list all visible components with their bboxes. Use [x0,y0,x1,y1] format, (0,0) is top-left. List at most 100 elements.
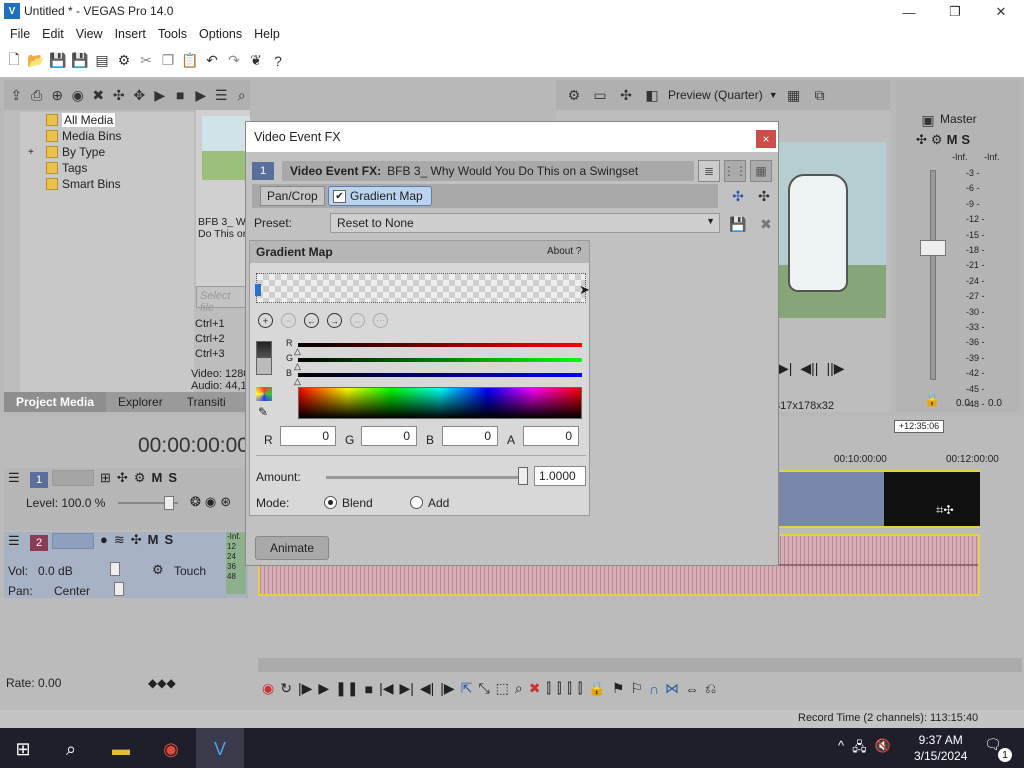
external-monitor-icon[interactable]: ▭ [590,85,610,105]
open-folder-icon[interactable]: 📂 [26,51,46,71]
expand-icon[interactable]: + [28,147,34,158]
play-icon[interactable]: ▶ [152,85,169,105]
color-swatch[interactable] [256,341,272,375]
get-media-icon[interactable]: ⊕ [49,85,66,105]
close-window-button[interactable]: ✕ [978,0,1024,24]
stop-icon[interactable]: ■ [172,85,189,105]
solo-button[interactable]: S [165,532,174,548]
master-mute-box-icon[interactable]: ▣ [918,110,938,130]
undo-icon[interactable]: ↶ [202,51,222,71]
r-value-field[interactable]: 0 [280,426,336,446]
arm-record-icon[interactable]: ● [100,532,108,548]
master-fx-icon[interactable]: ✣ [916,132,927,148]
marker-icon[interactable]: ⚑ [612,680,625,697]
compositing-mode-icon[interactable]: ⊞ [100,470,111,486]
network-icon[interactable]: 🖧 [852,738,867,760]
preset-dropdown[interactable]: Reset to None ▼ [330,213,720,233]
collapse-track-icon[interactable]: ☰ [8,533,20,549]
selection-tool-icon[interactable]: ⬚ [496,680,509,697]
delete-preset-icon[interactable]: ✖ [756,214,776,234]
import-media-icon[interactable]: ⇪ [8,85,25,105]
pan-slider-knob[interactable] [114,582,124,596]
help-icon[interactable]: ? [268,51,288,71]
media-item[interactable]: BFB 3_ W Do This or [196,110,250,290]
remove-stop-icon[interactable]: − [281,313,296,328]
animate-button[interactable]: Animate [255,536,329,560]
menu-tools[interactable]: Tools [152,27,193,41]
next-frame-icon[interactable]: |▶ [440,680,454,697]
ripple-edit-icon[interactable]: ⇔ [685,681,699,697]
tree-item-by-type[interactable]: + By Type [28,144,105,160]
automation-mode[interactable]: Touch [174,564,206,578]
auto-crossfade-icon[interactable]: ⋈ [665,680,679,697]
menu-view[interactable]: View [70,27,109,41]
b-value-field[interactable]: 0 [442,426,498,446]
mute-button[interactable]: M [151,470,162,486]
tree-item-all-media[interactable]: All Media [46,112,116,128]
search-icon[interactable]: ⌕ [54,732,88,766]
color-spectrum[interactable] [298,387,582,419]
video-event[interactable]: ⌗✣ [776,470,980,528]
menu-options[interactable]: Options [193,27,248,41]
plugin-gradient-map[interactable]: ✔ Gradient Map [328,186,432,206]
preview-settings-gear-icon[interactable]: ⚙ [564,85,584,105]
vegas-taskbar-item[interactable]: V [196,728,244,768]
lock-envelopes-icon[interactable]: ⎌ [705,680,716,697]
capture-icon[interactable]: ⎙ [29,85,46,105]
play-from-start-icon[interactable]: |▶ [298,680,312,697]
trim-icon[interactable]: ⫿ [546,680,550,697]
media-fx-icon[interactable]: ✣ [111,85,128,105]
search-icon[interactable]: ⌕ [234,85,251,105]
go-to-start-icon[interactable]: |◀ [379,680,393,697]
plugin-enabled-checkbox[interactable]: ✔ [333,189,346,203]
amount-field[interactable]: 1.0000 [534,466,586,486]
remove-media-icon[interactable]: ✖ [90,85,107,105]
time-ruler[interactable]: 00:10:00:00 00:12:00:00 [776,450,1002,468]
web-icon[interactable]: ◉ [70,85,87,105]
tab-explorer[interactable]: Explorer [106,395,175,409]
previous-frame-icon[interactable]: ◀| [420,680,434,697]
audio-track-header[interactable]: ☰ 2 ● ≋ ✣ M S Vol: 0.0 dB ⚙ Touch Pan: C… [4,532,248,598]
paste-icon[interactable]: 📋 [180,51,200,71]
eyedropper-icon[interactable]: ✎ [258,405,272,419]
effects-icon[interactable]: ❂ [190,494,201,510]
dialog-title-bar[interactable]: Video Event FX × [246,122,778,152]
grid-view-icon[interactable]: ▦ [750,160,772,182]
delete-icon[interactable]: ✖ [529,680,541,697]
track-fx-icon[interactable]: ✣ [131,532,142,548]
split-screen-icon[interactable]: ◧ [642,85,662,105]
about-link[interactable]: About ? [547,246,581,257]
envelope-tool-icon[interactable]: ⤡ [478,680,489,697]
level-slider-knob[interactable] [164,496,174,510]
mute-button[interactable]: M [148,532,159,548]
trim-end-icon[interactable]: ⫿ [567,680,571,697]
collapse-track-icon[interactable]: ☰ [8,470,20,486]
blend-radio[interactable] [324,496,337,509]
track-name-field[interactable] [52,533,94,549]
volume-muted-icon[interactable]: 🔇 [875,738,891,760]
new-file-icon[interactable]: 🗋 [4,51,24,71]
menu-edit[interactable]: Edit [36,27,70,41]
lock-icon[interactable]: 🔒 [588,680,605,697]
previous-stop-icon[interactable]: ← [304,313,319,328]
volume-slider-knob[interactable] [110,562,120,576]
a-value-field[interactable]: 0 [523,426,579,446]
blue-channel-slider[interactable] [298,373,582,377]
auto-preview-icon[interactable]: ▶ [193,85,210,105]
show-hidden-icons-icon[interactable]: ^ [838,738,844,760]
amount-slider[interactable] [326,476,526,479]
settings-gear-icon[interactable]: ⚙ [114,51,134,71]
automation-gear-icon[interactable]: ⚙ [152,562,164,578]
views-icon[interactable]: ☰ [213,85,230,105]
pause-icon[interactable]: ❚❚ [335,680,358,697]
copy-icon[interactable]: ❐ [158,51,178,71]
region-icon[interactable]: ⚐ [630,680,643,697]
track-motion-icon[interactable]: ✣ [117,470,128,486]
next-stop-icon[interactable]: → [327,313,342,328]
next-frame-icon[interactable]: ▶| [778,360,792,377]
menu-file[interactable]: File [4,27,36,41]
solo-button[interactable]: S [168,470,177,486]
track-name-field[interactable] [52,470,94,486]
plugin-chain-icon[interactable]: ✣ [728,186,748,206]
start-windows-icon[interactable]: ⊞ [6,732,40,766]
